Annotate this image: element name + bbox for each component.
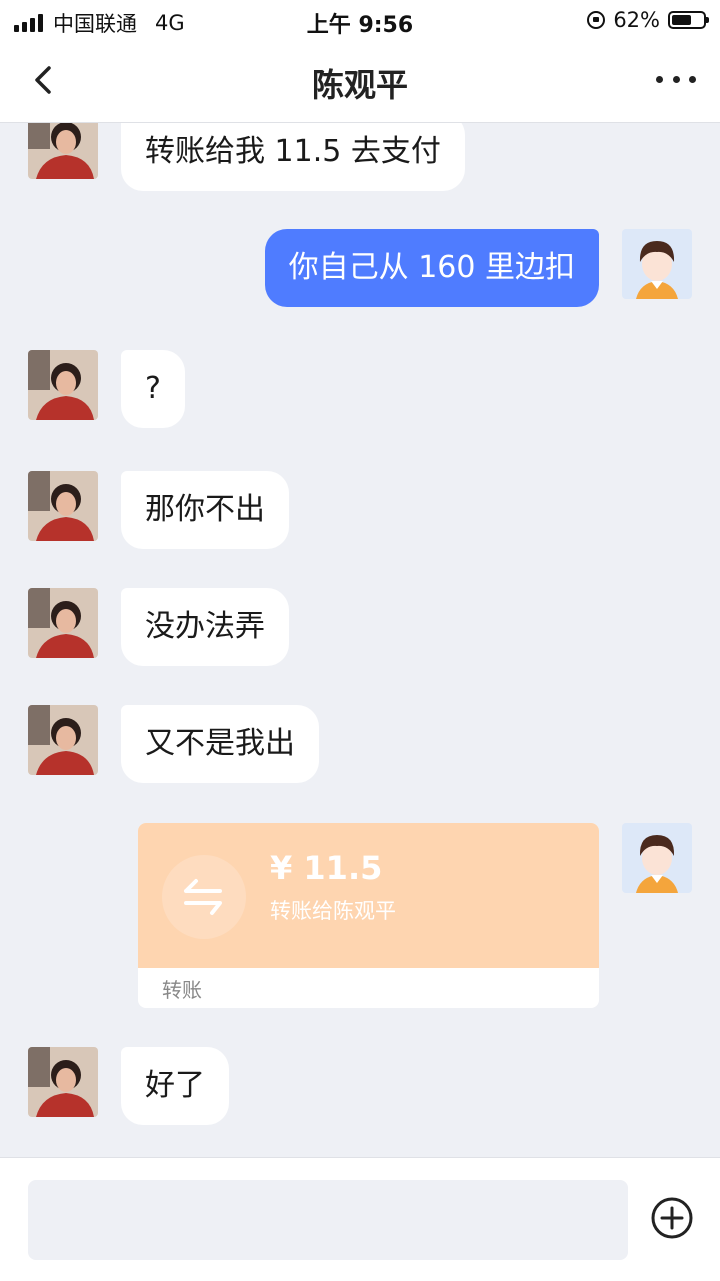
message-bubble-incoming[interactable]: 没办法弄 [121,588,289,666]
chat-area[interactable]: 转账给我 11.5 去支付 你自己从 160 里边扣 ? 那你不出 没办法弄 又… [0,123,720,1157]
input-bar [0,1157,720,1281]
transfer-description: 转账给陈观平 [270,899,396,923]
message-bubble-incoming[interactable]: 转账给我 11.5 去支付 [121,123,465,191]
plus-circle-icon[interactable] [650,1196,694,1240]
user-avatar[interactable] [622,823,692,893]
message-bubble-incoming[interactable]: ? [121,350,185,428]
page-title: 陈观平 [311,66,408,104]
transfer-arrows-icon [162,855,246,939]
contact-avatar[interactable] [28,588,98,658]
message-bubble-incoming[interactable]: 又不是我出 [121,705,319,783]
nav-bar: 陈观平 [0,40,720,123]
contact-avatar[interactable] [28,471,98,541]
rotation-lock-icon [587,11,606,29]
message-bubble-outgoing[interactable]: 你自己从 160 里边扣 [264,229,599,307]
battery-percent: 62% [613,8,660,32]
message-bubble-incoming[interactable]: 好了 [121,1047,229,1125]
message-bubble-incoming[interactable]: 那你不出 [121,471,289,549]
transfer-label: 转账 [162,978,202,1002]
contact-avatar[interactable] [28,1047,98,1117]
status-bar: 中国联通 4G 上午 9:56 62% [0,0,720,40]
contact-avatar[interactable] [28,123,98,179]
status-right: 62% [587,8,709,32]
transfer-amount: ¥ 11.5 [270,849,383,887]
transfer-card-header: ¥ 11.5 转账给陈观平 [138,823,599,968]
battery-icon [668,11,709,29]
contact-avatar[interactable] [28,705,98,775]
user-avatar[interactable] [622,229,692,299]
message-input[interactable] [28,1180,628,1260]
transfer-card[interactable]: ¥ 11.5 转账给陈观平 转账 [138,823,599,1008]
more-dots-icon[interactable] [656,64,696,94]
contact-avatar[interactable] [28,350,98,420]
